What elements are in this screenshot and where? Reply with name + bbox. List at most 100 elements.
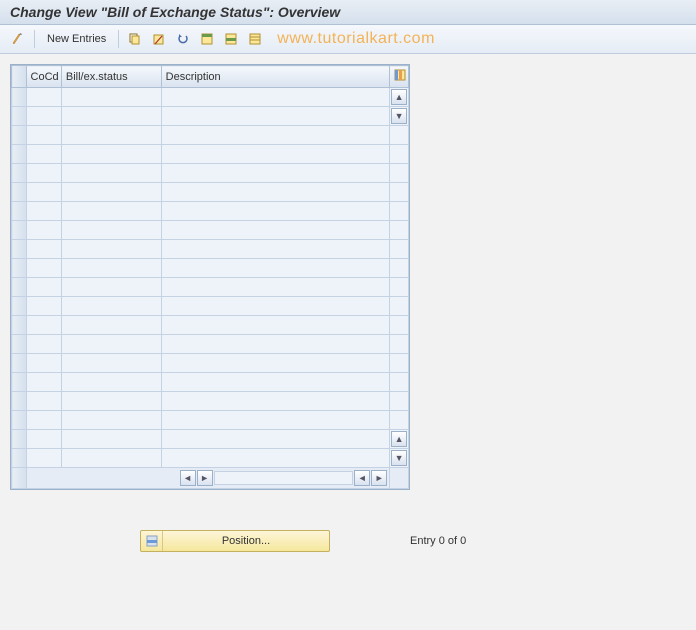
cell-description[interactable] [161,126,390,145]
cell-description[interactable] [161,259,390,278]
row-selector[interactable] [12,373,27,392]
cell-description[interactable] [161,411,390,430]
cell-status[interactable] [61,430,161,449]
cell-cocd[interactable] [26,373,61,392]
column-header-description[interactable]: Description [161,66,390,88]
table-settings-icon[interactable] [390,66,409,88]
row-selector[interactable] [12,411,27,430]
cell-description[interactable] [161,183,390,202]
position-button[interactable]: Position... [140,530,330,552]
new-entries-button[interactable]: New Entries [41,30,112,48]
cell-description[interactable] [161,373,390,392]
cell-cocd[interactable] [26,107,61,126]
cell-description[interactable] [161,145,390,164]
scroll-right-end-icon[interactable]: ► [371,470,387,486]
scroll-track[interactable] [214,471,354,485]
cell-description[interactable] [161,392,390,411]
cell-cocd[interactable] [26,430,61,449]
cell-cocd[interactable] [26,221,61,240]
row-selector[interactable] [12,430,27,449]
cell-cocd[interactable] [26,259,61,278]
row-selector[interactable] [12,316,27,335]
column-header-status[interactable]: Bill/ex.status [61,66,161,88]
scroll-left-icon[interactable]: ◄ [180,470,196,486]
cell-status[interactable] [61,183,161,202]
cell-cocd[interactable] [26,354,61,373]
cell-cocd[interactable] [26,335,61,354]
select-all-icon[interactable] [197,29,217,49]
cell-status[interactable] [61,126,161,145]
deselect-all-icon[interactable] [245,29,265,49]
row-selector[interactable] [12,240,27,259]
cell-cocd[interactable] [26,145,61,164]
cell-description[interactable] [161,316,390,335]
cell-description[interactable] [161,449,390,468]
cell-description[interactable] [161,354,390,373]
row-selector[interactable] [12,449,27,468]
cell-cocd[interactable] [26,278,61,297]
toggle-icon[interactable] [8,29,28,49]
scroll-down-icon[interactable]: ▼ [391,108,407,124]
row-selector[interactable] [12,392,27,411]
cell-description[interactable] [161,202,390,221]
cell-status[interactable] [61,145,161,164]
undo-icon[interactable] [173,29,193,49]
row-selector[interactable] [12,259,27,278]
row-selector[interactable] [12,335,27,354]
cell-description[interactable] [161,335,390,354]
cell-status[interactable] [61,240,161,259]
delete-icon[interactable] [149,29,169,49]
cell-status[interactable] [61,373,161,392]
cell-cocd[interactable] [26,88,61,107]
row-selector[interactable] [12,278,27,297]
cell-description[interactable] [161,278,390,297]
cell-description[interactable] [161,107,390,126]
cell-cocd[interactable] [26,411,61,430]
scroll-up-icon[interactable]: ▲ [391,89,407,105]
cell-status[interactable] [61,221,161,240]
cell-cocd[interactable] [26,392,61,411]
row-selector[interactable] [12,468,27,489]
cell-status[interactable] [61,354,161,373]
cell-description[interactable] [161,430,390,449]
cell-cocd[interactable] [26,126,61,145]
cell-description[interactable] [161,88,390,107]
copy-icon[interactable] [125,29,145,49]
row-selector[interactable] [12,107,27,126]
cell-cocd[interactable] [26,316,61,335]
row-selector[interactable] [12,164,27,183]
cell-status[interactable] [61,107,161,126]
cell-cocd[interactable] [26,164,61,183]
cell-status[interactable] [61,164,161,183]
cell-status[interactable] [61,392,161,411]
cell-description[interactable] [161,240,390,259]
cell-cocd[interactable] [26,449,61,468]
row-selector[interactable] [12,88,27,107]
cell-description[interactable] [161,164,390,183]
cell-status[interactable] [61,449,161,468]
cell-status[interactable] [61,316,161,335]
cell-status[interactable] [61,259,161,278]
row-selector[interactable] [12,221,27,240]
row-selector[interactable] [12,183,27,202]
cell-description[interactable] [161,221,390,240]
scroll-left-end-icon[interactable]: ◄ [354,470,370,486]
cell-status[interactable] [61,202,161,221]
cell-status[interactable] [61,297,161,316]
cell-cocd[interactable] [26,297,61,316]
column-header-cocd[interactable]: CoCd [26,66,61,88]
row-selector[interactable] [12,354,27,373]
cell-description[interactable] [161,297,390,316]
scroll-up-end-icon[interactable]: ▲ [391,431,407,447]
row-selector[interactable] [12,145,27,164]
cell-status[interactable] [61,335,161,354]
cell-cocd[interactable] [26,202,61,221]
row-selector[interactable] [12,126,27,145]
cell-status[interactable] [61,88,161,107]
cell-status[interactable] [61,278,161,297]
cell-cocd[interactable] [26,240,61,259]
scroll-down-end-icon[interactable]: ▼ [391,450,407,466]
cell-status[interactable] [61,411,161,430]
row-selector[interactable] [12,202,27,221]
row-selector[interactable] [12,297,27,316]
